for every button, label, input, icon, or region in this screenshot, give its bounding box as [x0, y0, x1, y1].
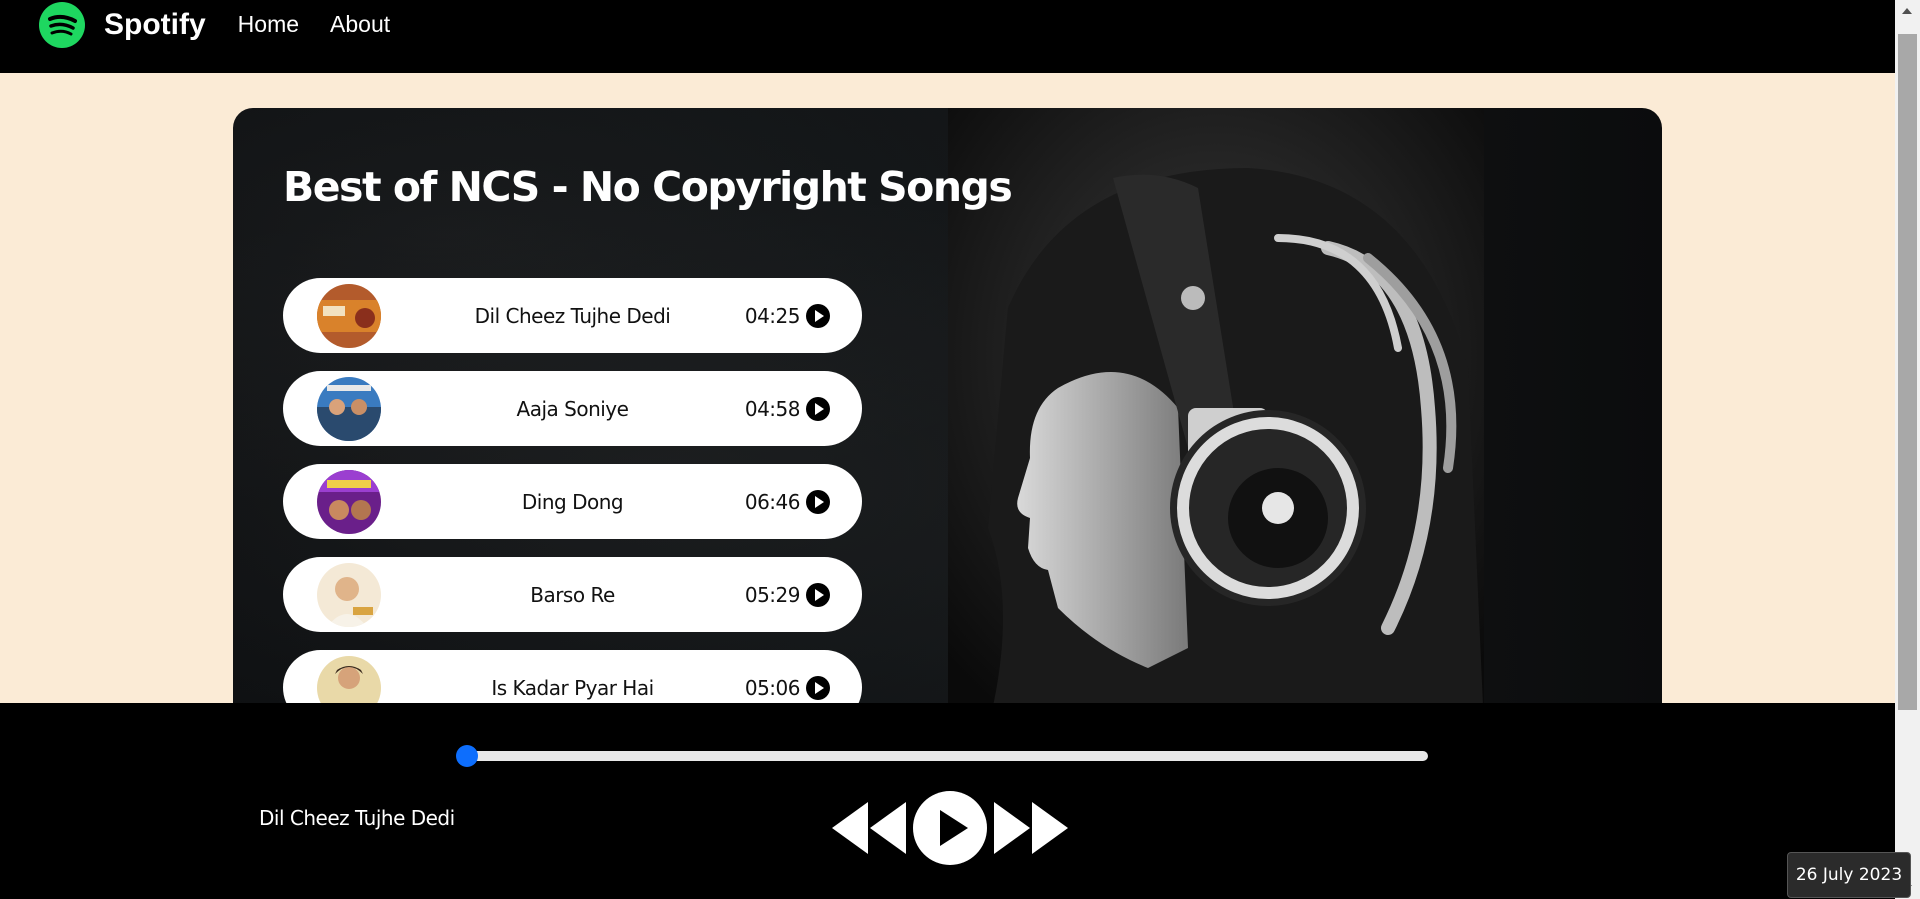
play-icon[interactable] — [806, 675, 830, 700]
nav-link-home[interactable]: Home — [238, 11, 299, 38]
song-list: Dil Cheez Tujhe Dedi 04:25 Aaja Soniye 0… — [283, 278, 862, 728]
nav-link-about[interactable]: About — [330, 11, 390, 38]
hero-image — [948, 108, 1484, 728]
play-icon[interactable] — [806, 489, 830, 514]
spotify-logo-icon — [39, 1, 85, 48]
play-icon[interactable] — [806, 582, 830, 607]
song-duration: 05:06 — [744, 675, 801, 700]
page-scrollbar[interactable] — [1895, 0, 1920, 899]
progress-thumb[interactable] — [456, 745, 478, 767]
next-icon[interactable] — [992, 800, 1070, 856]
song-duration: 06:46 — [744, 489, 801, 514]
song-item[interactable]: Barso Re 05:29 — [283, 557, 862, 632]
song-meta: 04:25 — [744, 303, 830, 328]
song-duration: 05:29 — [744, 582, 801, 607]
song-meta: 04:58 — [744, 396, 830, 421]
player-controls — [830, 790, 1070, 866]
playlist-title: Best of NCS - No Copyright Songs — [283, 163, 1013, 211]
song-item[interactable]: Aaja Soniye 04:58 — [283, 371, 862, 446]
page: Spotify Home About Best of NCS - No Copy… — [0, 0, 1920, 899]
play-icon[interactable] — [912, 790, 988, 866]
song-duration: 04:58 — [744, 396, 801, 421]
song-duration: 04:25 — [744, 303, 801, 328]
song-meta: 06:46 — [744, 489, 830, 514]
brand[interactable]: Spotify Home About — [39, 1, 390, 48]
song-item[interactable]: Ding Dong 06:46 — [283, 464, 862, 539]
now-playing-title: Dil Cheez Tujhe Dedi — [259, 806, 455, 830]
play-icon[interactable] — [806, 303, 830, 328]
date-badge: 26 July 2023 — [1787, 852, 1911, 898]
scroll-thumb[interactable] — [1898, 34, 1917, 710]
play-icon[interactable] — [806, 396, 830, 421]
navbar: Spotify Home About — [0, 0, 1895, 73]
song-meta: 05:06 — [744, 675, 830, 700]
song-item[interactable]: Dil Cheez Tujhe Dedi 04:25 — [283, 278, 862, 353]
player-bar: Dil Cheez Tujhe Dedi — [0, 703, 1895, 899]
brand-name: Spotify — [104, 7, 206, 41]
song-meta: 05:29 — [744, 582, 830, 607]
progress-slider[interactable] — [456, 745, 1428, 767]
previous-icon[interactable] — [830, 800, 908, 856]
scroll-up-icon[interactable] — [1902, 8, 1912, 14]
playlist-card: Best of NCS - No Copyright Songs Dil Che… — [233, 108, 1662, 728]
